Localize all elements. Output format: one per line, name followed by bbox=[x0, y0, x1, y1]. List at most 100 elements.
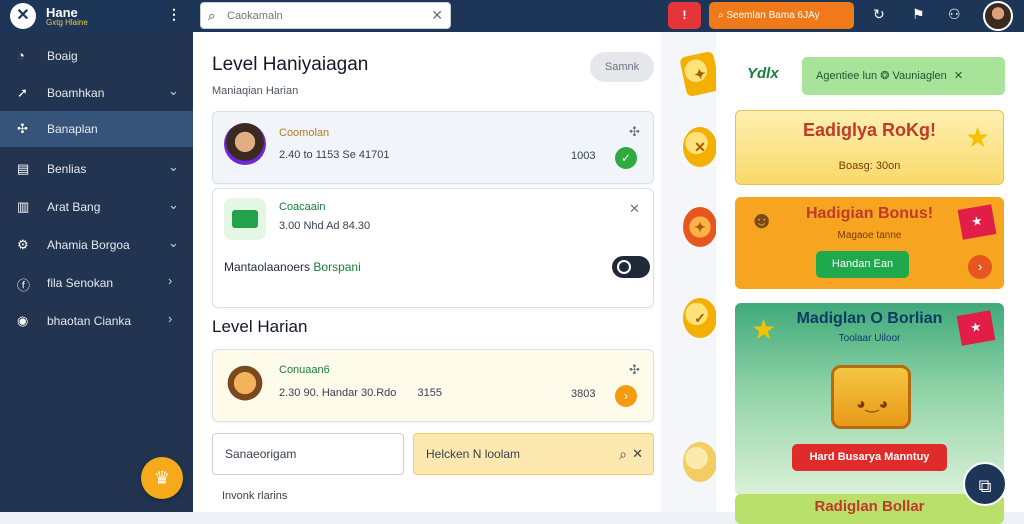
level-card-3[interactable]: Conuaan6 2.30 90. Handar 30.Rdo 3155 380… bbox=[212, 349, 654, 422]
check-icon[interactable]: ✓ bbox=[615, 147, 637, 169]
character-score: 3803 bbox=[571, 388, 596, 400]
badge-icon: ★ bbox=[957, 204, 997, 240]
search-pill-button[interactable]: Samnk bbox=[590, 52, 654, 82]
promo-card-2[interactable]: Hadigian Bonus! Magaoe tanne Handan Ean … bbox=[735, 197, 1004, 289]
search-input[interactable] bbox=[227, 7, 422, 25]
toggle-label: Mantaolaanoers Borspani bbox=[224, 260, 361, 274]
toggle-knob bbox=[617, 260, 631, 274]
promo-action-label-2: Vauniaglen bbox=[892, 70, 947, 82]
sidebar-item-banaplan[interactable]: ✣ Banaplan bbox=[0, 111, 193, 147]
coin-icon[interactable]: ✕ bbox=[683, 127, 717, 167]
promo-card-4[interactable]: Radiglan Bollar bbox=[735, 494, 1004, 524]
sidebar-item-bhaotan-cianka[interactable]: ◉ bhaotan Cianka › bbox=[0, 303, 193, 339]
cash-icon bbox=[232, 210, 258, 228]
coin-icon[interactable]: ✓ bbox=[683, 298, 717, 338]
character-name: Conuaan6 bbox=[279, 364, 330, 376]
chevron-right-icon[interactable]: › bbox=[168, 311, 172, 326]
level-card-2[interactable]: Coacaain 3.00 Nhd Ad 84.30 ✕ Mantaolaano… bbox=[212, 188, 654, 308]
users-icon[interactable]: ⚇ bbox=[948, 6, 961, 23]
search-icon: ⌕ bbox=[208, 8, 216, 23]
card-icon: ▤ bbox=[17, 161, 30, 176]
page-title: Level Haniyaiagan bbox=[212, 54, 369, 75]
sidebar-item-fila-senokan[interactable]: ⓕ fila Senokan › bbox=[0, 265, 193, 301]
arrow-right-icon[interactable]: › bbox=[615, 385, 637, 407]
promo-panel: Ydlx Agentiee lun ❂ Vauniaglen ✕ Eadigly… bbox=[716, 32, 1024, 524]
star-icon: ★ bbox=[965, 122, 991, 153]
badge-icon: ★ bbox=[956, 310, 996, 346]
character-stats-main: 2.30 90. Handar 30.Rdo bbox=[279, 387, 397, 399]
coin-icon[interactable] bbox=[683, 442, 717, 482]
promo-logo: Ydlx bbox=[747, 65, 779, 82]
star-icon: ★ bbox=[751, 314, 777, 345]
character-stats-extra: 3155 bbox=[417, 387, 442, 399]
arrow-right-icon[interactable]: › bbox=[968, 255, 992, 279]
main-content: Level Haniyaiagan Maniaqian Harian Samnk… bbox=[193, 32, 661, 512]
search-icon[interactable]: ⌕ bbox=[619, 434, 627, 474]
close-icon: ✕ bbox=[953, 70, 964, 82]
promo-card-3[interactable]: Madiglan O Borlian Toolaar Uiloor ★ ★ ◕‿… bbox=[735, 303, 1004, 495]
favorite-fab-button[interactable]: ♛ bbox=[141, 457, 183, 499]
search-field-text: Helcken N loolam bbox=[426, 447, 521, 461]
clear-icon[interactable]: ✕ bbox=[431, 7, 443, 24]
toggle-switch[interactable] bbox=[612, 256, 650, 278]
level-card-1[interactable]: Coomolan 2.40 to 1153 Se 41701 1003 ✣ ✓ bbox=[212, 111, 654, 184]
sidebar-item-label: Arat Bang bbox=[47, 200, 101, 214]
sidebar-item-label: Benlias bbox=[47, 162, 87, 176]
player-avatar bbox=[224, 123, 266, 165]
gear-icon: ⚙ bbox=[17, 237, 29, 252]
promo-action-button[interactable]: Agentiee lun ❂ Vauniaglen ✕ bbox=[802, 57, 1005, 95]
sidebar-item-benlias[interactable]: ▤ Benlias ⌄ bbox=[0, 151, 193, 187]
toggle-label-text: Mantaolaanoers bbox=[224, 260, 311, 274]
player-stats: 2.40 to 1153 Se 41701 bbox=[279, 149, 390, 161]
promo-card-1[interactable]: Eadiglya RoKg! Boasg: 30on ★ bbox=[735, 110, 1004, 185]
chevron-right-icon[interactable]: › bbox=[168, 273, 172, 288]
search-game-button[interactable]: ⌕ Seemlan Bama 6JAy bbox=[709, 2, 854, 29]
search-icon: ⌕ bbox=[718, 10, 724, 21]
gift-icon[interactable]: ✦ bbox=[683, 207, 717, 247]
search-bar[interactable]: ⌕ ✕ bbox=[200, 2, 451, 29]
promo-4-title: Radiglan Bollar bbox=[814, 498, 925, 515]
chevron-down-icon[interactable]: ⌄ bbox=[168, 235, 179, 251]
sidebar-item-boaig[interactable]: ◔ Boaig bbox=[0, 38, 193, 74]
sidebar-item-label: Boaig bbox=[47, 49, 78, 63]
character-stats: 2.30 90. Handar 30.Rdo 3155 bbox=[279, 387, 442, 399]
pin-icon[interactable]: ✣ bbox=[629, 124, 640, 140]
close-icon[interactable]: ✕ bbox=[10, 3, 36, 29]
sidebar-item-label: Boamhkan bbox=[47, 86, 105, 100]
sidebar-item-boamhkan[interactable]: ➚ Boamhkan ⌄ bbox=[0, 75, 193, 111]
pin-icon[interactable]: ✣ bbox=[629, 362, 640, 378]
sidebar-item-arat-bang[interactable]: ▥ Arat Bang ⌄ bbox=[0, 189, 193, 225]
app-logo-subtitle: Gxtg Hlaine bbox=[46, 18, 88, 27]
kebab-menu-icon[interactable]: ⋮ bbox=[167, 6, 181, 23]
chevron-down-icon[interactable]: ⌄ bbox=[168, 159, 179, 175]
promo-3-button[interactable]: Hard Busarya Manntuy bbox=[792, 444, 947, 471]
sidebar-item-ahamia-borgoa[interactable]: ⚙ Ahamia Borgoa ⌄ bbox=[0, 227, 193, 263]
target-icon: ◉ bbox=[17, 313, 29, 328]
info-icon: ⓕ bbox=[17, 278, 31, 293]
filter-input[interactable]: Sanaeorigam bbox=[212, 433, 404, 475]
search-field[interactable]: Helcken N loolam ⌕ ✕ bbox=[413, 433, 654, 475]
ticket-icon[interactable]: ✦ bbox=[679, 50, 721, 98]
promo-2-button[interactable]: Handan Ean bbox=[816, 251, 909, 278]
gamepad-icon: ✣ bbox=[17, 121, 28, 136]
flag-icon[interactable]: ⚑ bbox=[912, 6, 925, 23]
crown-icon: ♛ bbox=[153, 468, 171, 488]
chart-icon: ▥ bbox=[17, 199, 30, 214]
alert-button[interactable]: ! bbox=[668, 2, 701, 29]
refresh-icon[interactable]: ↻ bbox=[873, 6, 885, 23]
player-name: Coomolan bbox=[279, 127, 330, 139]
sidebar-item-label: bhaotan Cianka bbox=[47, 314, 132, 328]
close-icon[interactable]: ✕ bbox=[632, 434, 643, 474]
character-avatar bbox=[224, 360, 266, 402]
sidebar-item-label: Ahamia Borgoa bbox=[47, 238, 130, 252]
promo-1-title: Eadiglya RoKg! bbox=[802, 120, 936, 140]
coin-icon: ❂ bbox=[880, 70, 893, 82]
game-name: Coacaain bbox=[279, 201, 326, 213]
close-icon[interactable]: ✕ bbox=[629, 201, 640, 217]
user-avatar[interactable] bbox=[983, 1, 1013, 31]
chat-button[interactable]: ⧉ bbox=[963, 462, 1007, 506]
treasure-chest-icon: ◕‿◕ bbox=[831, 365, 911, 429]
chevron-down-icon[interactable]: ⌄ bbox=[168, 83, 179, 99]
character-icon: ☻ bbox=[749, 207, 775, 234]
chevron-down-icon[interactable]: ⌄ bbox=[168, 197, 179, 213]
